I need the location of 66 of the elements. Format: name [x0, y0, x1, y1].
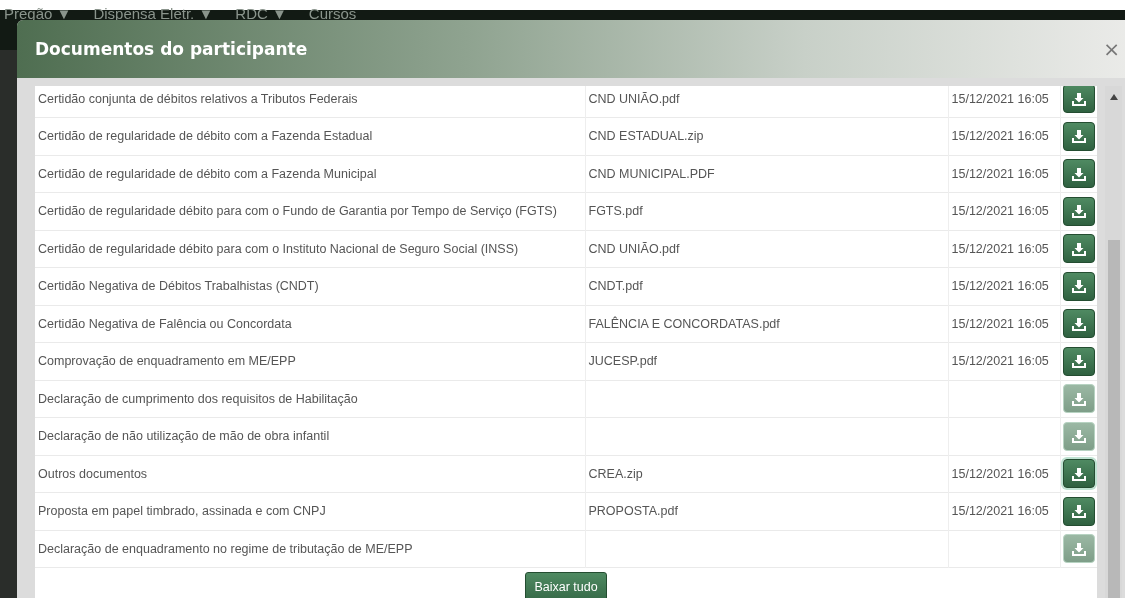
scroll-up-icon[interactable]	[1109, 94, 1118, 100]
download-icon	[1071, 316, 1086, 331]
document-name-cell: Certidão de regularidade débito para com o Fundo de Garantia por Tempo de Serviço (FGTS)	[35, 192, 585, 230]
document-name-cell: Outros documentos	[35, 455, 585, 493]
download-icon	[1071, 279, 1086, 294]
download-button[interactable]	[1062, 496, 1095, 526]
download-icon	[1071, 391, 1086, 406]
date-cell: 15/12/2021 16:05	[948, 155, 1060, 193]
date-cell: 15/12/2021 16:05	[948, 305, 1060, 343]
download-button[interactable]	[1062, 346, 1095, 376]
nav-menu-item[interactable]: Pregão ▼	[4, 6, 72, 21]
date-cell: 15/12/2021 16:05	[948, 192, 1060, 230]
download-button[interactable]	[1062, 234, 1095, 264]
dialog-title: Documentos do participante	[35, 39, 308, 59]
scrollbar[interactable]	[1105, 86, 1122, 598]
close-button[interactable]: ×	[1103, 37, 1120, 61]
file-name-cell: FGTS.pdf	[585, 192, 948, 230]
document-name-cell: Certidão de regularidade de débito com a Fazenda Municipal	[35, 155, 585, 193]
nav-menu-item[interactable]: Dispensa Eletr. ▼	[93, 6, 214, 21]
date-cell: 15/12/2021 16:05	[948, 267, 1060, 305]
document-name-cell: Declaração de cumprimento dos requisitos de Habilitação	[35, 380, 585, 418]
download-icon	[1071, 354, 1086, 369]
download-button[interactable]	[1062, 459, 1095, 489]
document-name-cell: Proposta em papel timbrado, assinada e com CNPJ	[35, 492, 585, 530]
download-all-button[interactable]: Baixar tudo	[525, 572, 607, 598]
document-name-cell: Certidão Negativa de Débitos Trabalhistas (CNDT)	[35, 267, 585, 305]
download-icon	[1071, 504, 1086, 519]
download-icon	[1071, 241, 1086, 256]
file-name-cell: CND ESTADUAL.zip	[585, 117, 948, 155]
document-name-cell: Comprovação de enquadramento em ME/EPP	[35, 342, 585, 380]
date-cell: 15/12/2021 16:05	[948, 86, 1060, 118]
document-name-cell: Certidão de regularidade débito para com o Instituto Nacional de Seguro Social (INSS)	[35, 230, 585, 268]
date-cell: 15/12/2021 16:05	[948, 342, 1060, 380]
download-button[interactable]	[1062, 121, 1095, 151]
download-icon	[1071, 204, 1086, 219]
download-icon	[1071, 429, 1086, 444]
download-button[interactable]	[1062, 271, 1095, 301]
date-cell: 15/12/2021 16:05	[948, 492, 1060, 530]
file-name-cell: CNDT.pdf	[585, 267, 948, 305]
scrollbar-thumb[interactable]	[1107, 240, 1120, 598]
document-name-cell: Declaração de enquadramento no regime de tributação de ME/EPP	[35, 530, 585, 568]
file-name-cell: CND MUNICIPAL.PDF	[585, 155, 948, 193]
date-cell: 15/12/2021 16:05	[948, 230, 1060, 268]
nav-menu-item[interactable]: RDC ▼	[235, 6, 287, 21]
document-name-cell: Certidão Negativa de Falência ou Concordata	[35, 305, 585, 343]
date-cell: 15/12/2021 16:05	[948, 455, 1060, 493]
file-name-cell: JUCESP.pdf	[585, 342, 948, 380]
download-icon	[1071, 166, 1086, 181]
document-name-cell: Certidão conjunta de débitos relativos a Tributos Federais	[35, 86, 585, 118]
file-name-cell: PROPOSTA.pdf	[585, 492, 948, 530]
file-name-cell: CND UNIÃO.pdf	[585, 86, 948, 118]
download-button[interactable]	[1062, 309, 1095, 339]
download-icon	[1071, 129, 1086, 144]
download-button[interactable]	[1062, 159, 1095, 189]
download-button[interactable]	[1062, 86, 1095, 113]
download-icon	[1071, 91, 1086, 106]
download-icon	[1071, 466, 1086, 481]
date-cell: 15/12/2021 16:05	[948, 117, 1060, 155]
download-icon	[1071, 541, 1086, 556]
document-name-cell: Certidão de regularidade de débito com a Fazenda Estadual	[35, 117, 585, 155]
file-name-cell: CND UNIÃO.pdf	[585, 230, 948, 268]
download-button[interactable]	[1062, 196, 1095, 226]
file-name-cell: FALÊNCIA E CONCORDATAS.pdf	[585, 305, 948, 343]
document-name-cell: Declaração de não utilização de mão de obra infantil	[35, 417, 585, 455]
file-name-cell: CREA.zip	[585, 455, 948, 493]
nav-menu-item[interactable]: Cursos	[308, 6, 357, 21]
